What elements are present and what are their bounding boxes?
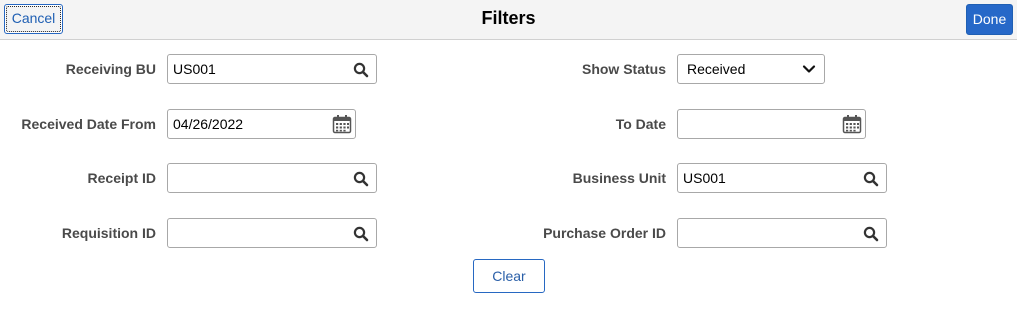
show-status-select[interactable]: Received: [677, 54, 825, 84]
show-status-value: Received: [687, 61, 746, 77]
received-date-from-field[interactable]: 04/26/2022: [167, 109, 356, 139]
requisition-id-field[interactable]: [167, 218, 377, 248]
search-icon[interactable]: [862, 170, 880, 188]
done-button[interactable]: Done: [966, 4, 1013, 35]
to-date-label: To Date: [615, 116, 666, 132]
requisition-id-label: Requisition ID: [61, 225, 156, 241]
business-unit-field[interactable]: US001: [677, 163, 887, 193]
received-date-from-label: Received Date From: [21, 116, 156, 132]
clear-button[interactable]: Clear: [473, 259, 545, 293]
receiving-bu-label: Receiving BU: [65, 61, 156, 77]
header-bar: Cancel Filters Done: [0, 0, 1017, 40]
purchase-order-id-label: Purchase Order ID: [543, 225, 666, 241]
page-title: Filters: [481, 8, 536, 28]
show-status-label: Show Status: [581, 61, 666, 77]
purchase-order-id-field[interactable]: [677, 218, 887, 248]
calendar-icon[interactable]: [842, 114, 862, 134]
received-date-from-value: 04/26/2022: [173, 116, 244, 132]
business-unit-value: US001: [683, 170, 726, 186]
search-icon[interactable]: [862, 225, 880, 243]
receipt-id-label: Receipt ID: [87, 170, 156, 186]
to-date-field[interactable]: [677, 109, 866, 139]
chevron-down-icon: [802, 65, 816, 73]
search-icon[interactable]: [352, 225, 370, 243]
receiving-bu-value: US001: [173, 61, 216, 77]
receiving-bu-field[interactable]: US001: [167, 54, 377, 84]
search-icon[interactable]: [352, 170, 370, 188]
receipt-id-field[interactable]: [167, 163, 377, 193]
business-unit-label: Business Unit: [572, 170, 666, 186]
calendar-icon[interactable]: [332, 114, 352, 134]
search-icon[interactable]: [352, 61, 370, 79]
